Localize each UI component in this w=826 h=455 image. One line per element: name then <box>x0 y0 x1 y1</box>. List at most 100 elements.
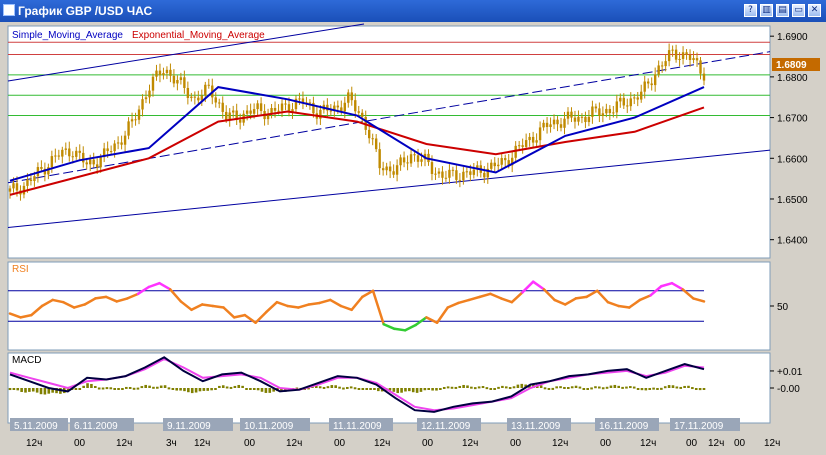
hour-label: 12ч <box>194 438 210 449</box>
histogram-bar <box>439 388 442 390</box>
macd-tick-label: -0.00 <box>777 384 800 395</box>
candle-body <box>626 105 629 107</box>
rsi-segment <box>393 327 407 332</box>
candle-body <box>357 111 360 113</box>
candle-body <box>640 91 643 100</box>
histogram-bar <box>198 388 202 392</box>
candle-body <box>504 158 507 161</box>
minimize-button[interactable]: ▭ <box>792 4 805 17</box>
histogram-bar <box>121 387 124 390</box>
histogram-bar <box>179 388 182 391</box>
histogram-bar <box>218 385 221 388</box>
candle-body <box>594 106 598 109</box>
histogram-bar <box>132 387 136 390</box>
rsi-segment <box>211 304 225 309</box>
candle-body <box>420 159 423 162</box>
histogram-bar <box>609 385 613 388</box>
candle-body <box>89 159 92 165</box>
histogram-bar <box>683 385 686 388</box>
histogram-bar <box>225 386 229 389</box>
histogram-bar <box>516 384 520 388</box>
rsi-y-axis: 50 <box>770 302 789 313</box>
histogram-bar <box>31 388 35 392</box>
histogram-bar <box>586 388 589 390</box>
histogram-bar <box>194 388 198 393</box>
histogram-bar <box>640 388 644 391</box>
current-price-tag: 1.6809 <box>776 60 807 71</box>
candle-body <box>113 143 116 152</box>
candle-body <box>162 73 165 76</box>
candle-body <box>430 162 434 174</box>
histogram-bar <box>28 388 31 392</box>
macd-tick-label: +0.01 <box>777 367 803 378</box>
histogram-bar <box>547 388 551 390</box>
histogram-bar <box>326 386 330 389</box>
chart-area[interactable]: Simple_Moving_Average Exponential_Moving… <box>4 22 822 455</box>
candle-body <box>85 162 88 165</box>
hour-label: 12ч <box>462 438 478 449</box>
histogram-bar <box>187 388 190 393</box>
macd-panel[interactable]: MACD +0.01 -0.00 <box>7 352 803 424</box>
histogram-bar <box>346 386 349 389</box>
candle-body <box>483 172 486 178</box>
candle-body <box>225 111 228 120</box>
candle-body <box>633 97 636 99</box>
help-button[interactable]: ? <box>744 4 757 17</box>
histogram-bar <box>702 388 706 390</box>
candle-body <box>667 50 671 62</box>
tile-button[interactable]: ▥ <box>760 4 773 17</box>
price-tick-label: 1.6900 <box>777 32 808 43</box>
candle-body <box>622 97 625 106</box>
candle-body <box>95 164 99 168</box>
candle-body <box>221 102 224 112</box>
candle-body <box>493 162 496 167</box>
histogram-bar <box>636 388 640 390</box>
histogram-bar <box>256 388 260 391</box>
candle-body <box>629 98 632 107</box>
histogram-bar <box>128 386 132 389</box>
histogram-bar <box>156 386 159 389</box>
histogram-bar <box>563 386 566 389</box>
histogram-bar <box>78 388 82 390</box>
candle-body <box>660 65 664 67</box>
rsi-segment <box>307 301 321 306</box>
histogram-bar <box>152 386 155 389</box>
histogram-bar <box>365 388 368 390</box>
candle-body <box>444 177 448 179</box>
candle-body <box>402 157 406 163</box>
candle-body <box>538 127 542 141</box>
histogram-bar <box>660 387 663 390</box>
histogram-bar <box>93 385 97 388</box>
candle-body <box>259 103 263 112</box>
candle-body <box>61 149 64 157</box>
histogram-bar <box>473 387 477 390</box>
candle-body <box>350 92 353 101</box>
histogram-bar <box>175 388 179 391</box>
candle-body <box>99 157 102 168</box>
rsi-segment <box>574 295 588 300</box>
close-button[interactable]: ✕ <box>808 4 821 17</box>
hour-label: 00 <box>334 438 346 449</box>
candle-body <box>692 58 695 61</box>
candle-body <box>186 87 190 98</box>
rsi-panel[interactable]: RSI 50 <box>7 261 789 351</box>
cascade-button[interactable]: ▤ <box>776 4 789 17</box>
histogram-bar <box>489 388 493 390</box>
candle-body <box>615 101 619 113</box>
candle-body <box>566 111 570 119</box>
histogram-bar <box>167 387 171 390</box>
histogram-bar <box>504 386 508 389</box>
hour-label: 12ч <box>640 438 656 449</box>
candle-body <box>298 98 301 100</box>
histogram-bar <box>450 386 454 389</box>
rsi-segment <box>200 303 215 308</box>
histogram-bar <box>43 388 47 395</box>
candle-body <box>490 162 493 169</box>
price-panel[interactable]: Simple_Moving_Average Exponential_Moving… <box>7 23 820 259</box>
histogram-bar <box>466 385 469 388</box>
candle-body <box>8 188 12 192</box>
histogram-bar <box>82 385 85 388</box>
candle-body <box>587 116 591 123</box>
candle-body <box>57 155 61 157</box>
histogram-bar <box>377 388 380 392</box>
